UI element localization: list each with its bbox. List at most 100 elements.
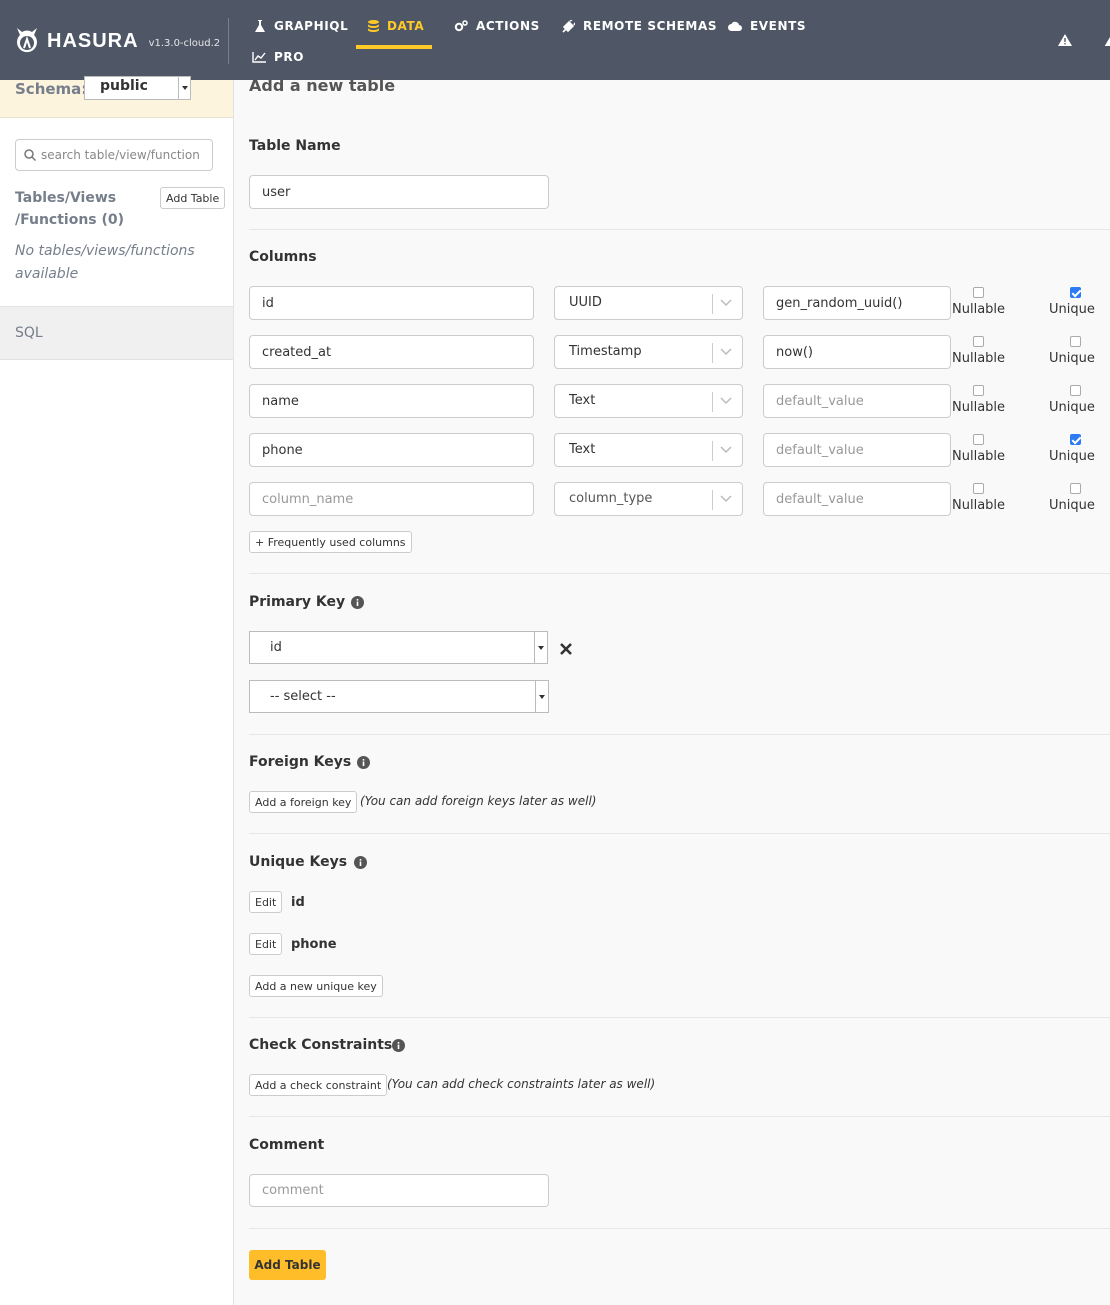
section-divider — [249, 1228, 1110, 1229]
section-divider — [249, 833, 1110, 834]
comment-heading: Comment — [249, 1137, 325, 1153]
primary-key-select-new[interactable]: -- select -- — [249, 680, 549, 713]
info-circle-icon[interactable] — [354, 856, 367, 869]
primary-key-select-toggle[interactable] — [534, 632, 547, 663]
nav-events[interactable]: EVENTS — [728, 19, 806, 33]
unique-label: Unique — [1049, 498, 1095, 513]
nav-graphiql-label: GRAPHIQL — [274, 19, 349, 33]
nav-actions[interactable]: ACTIONS — [454, 19, 540, 33]
info-circle-icon[interactable] — [351, 596, 364, 609]
unique-checkbox[interactable] — [1070, 336, 1081, 347]
info-circle-icon[interactable] — [392, 1039, 405, 1052]
column-type-select[interactable]: Timestamp — [554, 335, 743, 369]
add-table-button[interactable]: Add Table — [249, 1250, 326, 1280]
info-circle-icon[interactable] — [357, 756, 370, 769]
nullable-checkbox[interactable] — [973, 287, 984, 298]
columns-heading: Columns — [249, 249, 317, 265]
column-type-value: Text — [569, 393, 596, 408]
brand[interactable]: HASURA v1.3.0-cloud.2 — [14, 26, 220, 56]
hasura-logo-icon — [17, 28, 37, 53]
unique-checkbox[interactable] — [1070, 434, 1081, 445]
database-icon — [368, 19, 379, 32]
navbar-divider — [228, 18, 229, 64]
primary-key-select[interactable]: id — [249, 631, 548, 664]
nullable-checkbox[interactable] — [973, 385, 984, 396]
column-type-select[interactable]: Text — [554, 433, 743, 467]
column-default-input[interactable] — [763, 384, 951, 418]
nullable-checkbox[interactable] — [973, 434, 984, 445]
more-options-icon[interactable] — [1103, 34, 1110, 46]
schema-select[interactable]: public — [84, 76, 191, 100]
close-icon[interactable] — [560, 643, 572, 655]
schema-select-toggle[interactable] — [178, 77, 190, 99]
nav-data-label: DATA — [387, 19, 425, 33]
nav-graphiql[interactable]: GRAPHIQL — [254, 19, 348, 33]
column-default-input[interactable] — [763, 335, 951, 369]
column-type-placeholder: column_type — [569, 491, 653, 506]
section-divider — [249, 734, 1110, 735]
unique-checkbox[interactable] — [1070, 483, 1081, 494]
active-nav-indicator — [356, 45, 432, 49]
comment-input[interactable] — [249, 1174, 549, 1207]
edit-unique-key-button[interactable]: Edit — [249, 933, 283, 955]
version-label: v1.3.0-cloud.2 — [148, 37, 221, 49]
unique-checkbox[interactable] — [1070, 385, 1081, 396]
column-default-input[interactable] — [763, 286, 951, 320]
nullable-label: Nullable — [952, 498, 1006, 513]
search-box — [15, 139, 213, 171]
table-name-input[interactable] — [249, 175, 549, 209]
empty-tables-message: No tables/views/functions available — [15, 243, 195, 282]
select-separator — [712, 392, 713, 412]
select-separator — [712, 343, 713, 363]
unique-label: Unique — [1049, 400, 1095, 415]
page-title: Add a new table — [249, 76, 396, 95]
add-foreign-key-button[interactable]: Add a foreign key — [249, 791, 358, 813]
chevron-down-icon — [720, 397, 732, 405]
column-type-select[interactable]: column_type — [554, 482, 743, 516]
column-name-input[interactable] — [249, 384, 534, 418]
schema-bar: Schema: public — [0, 76, 233, 118]
column-name-input[interactable] — [249, 482, 534, 516]
unique-label: Unique — [1049, 351, 1095, 366]
column-name-input[interactable] — [249, 335, 534, 369]
nav-remote-schemas-label: REMOTE SCHEMAS — [583, 19, 718, 33]
column-type-value: UUID — [569, 295, 602, 310]
add-unique-key-button[interactable]: Add a new unique key — [249, 975, 383, 997]
nav-pro-label: PRO — [274, 50, 305, 64]
sidebar-add-table-button[interactable]: Add Table — [160, 187, 226, 209]
column-default-input[interactable] — [763, 433, 951, 467]
chevron-down-icon — [720, 495, 732, 503]
schema-select-value: public — [100, 78, 148, 94]
sidebar-item-sql-label: SQL — [15, 325, 43, 341]
column-type-select[interactable]: UUID — [554, 286, 743, 320]
search-input[interactable] — [41, 145, 209, 165]
chevron-down-icon — [720, 446, 732, 454]
frequently-used-columns-button[interactable]: + Frequently used columns — [249, 531, 412, 553]
nullable-checkbox[interactable] — [973, 483, 984, 494]
section-divider — [249, 1017, 1110, 1018]
nullable-checkbox[interactable] — [973, 336, 984, 347]
tables-heading: Tables/Views /Functions (0) — [15, 190, 125, 228]
primary-key-heading: Primary Key — [249, 594, 346, 610]
unique-checkbox[interactable] — [1070, 287, 1081, 298]
schema-label: Schema: — [15, 80, 88, 98]
unique-label: Unique — [1049, 449, 1095, 464]
sidebar-item-sql[interactable]: SQL — [0, 306, 233, 360]
nav-data[interactable]: DATA — [368, 19, 424, 33]
select-separator — [712, 294, 713, 314]
nav-pro[interactable]: PRO — [252, 50, 304, 64]
column-name-input[interactable] — [249, 286, 534, 320]
nav-remote-schemas[interactable]: REMOTE SCHEMAS — [562, 19, 717, 33]
column-type-value: Timestamp — [569, 344, 642, 359]
unique-label: Unique — [1049, 302, 1095, 317]
cloud-icon — [728, 21, 742, 31]
column-type-select[interactable]: Text — [554, 384, 743, 418]
primary-key-select-placeholder: -- select -- — [270, 689, 336, 704]
add-check-constraint-button[interactable]: Add a check constraint — [249, 1074, 388, 1096]
column-default-input[interactable] — [763, 482, 951, 516]
caret-down-icon — [539, 694, 545, 699]
warning-icon[interactable] — [1058, 34, 1072, 46]
primary-key-select-toggle[interactable] — [535, 681, 548, 712]
edit-unique-key-button[interactable]: Edit — [249, 891, 283, 913]
column-name-input[interactable] — [249, 433, 534, 467]
